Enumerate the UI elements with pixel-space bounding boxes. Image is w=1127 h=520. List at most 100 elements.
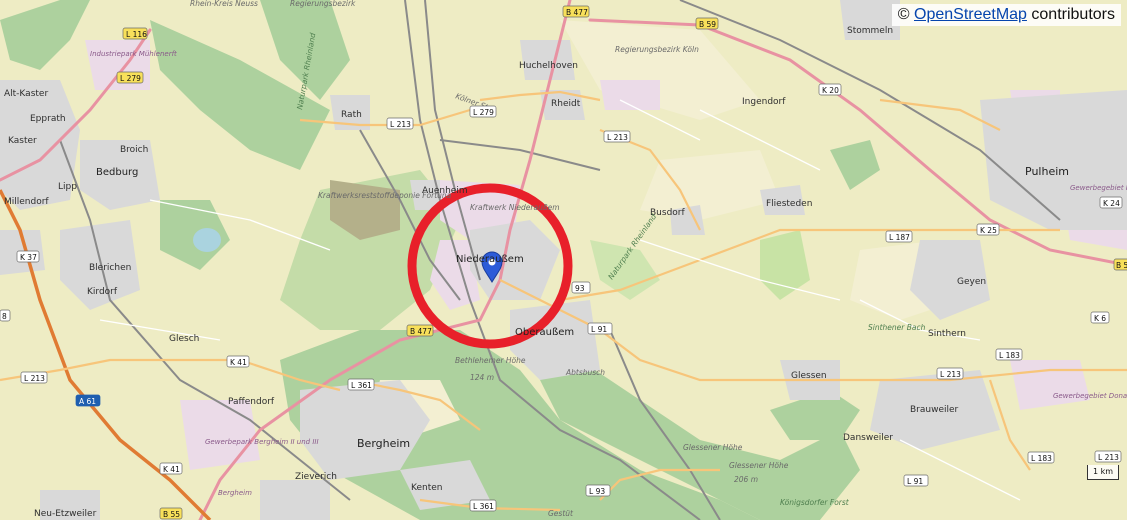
svg-text:K 25: K 25 xyxy=(980,226,997,235)
place-label-huchelhoven: Huchelhoven xyxy=(519,61,578,71)
svg-text:B 59: B 59 xyxy=(699,20,716,29)
shield-l361-mid: L 361 xyxy=(347,378,375,391)
place-label-paffendorf: Paffendorf xyxy=(228,397,275,407)
shield-l187: L 187 xyxy=(885,230,913,243)
svg-text:A 61: A 61 xyxy=(79,397,96,406)
label-gewerbegebiet-pulheim: Gewerbegebiet Pulheim-Mitte xyxy=(1070,184,1127,192)
svg-text:B 55: B 55 xyxy=(163,510,180,519)
label-kraftwerk-niederaussem: Kraftwerk Niederaußem xyxy=(470,203,560,212)
place-label-stommeln: Stommeln xyxy=(847,26,893,36)
label-koenigsdorfer: Königsdorfer Forst xyxy=(780,498,850,507)
place-label-bergheim: Bergheim xyxy=(357,437,410,450)
label-sinthener-bach: Sinthener Bach xyxy=(868,323,926,332)
shield-l8: 8 xyxy=(0,309,11,322)
shield-b59: B 59 xyxy=(695,17,719,30)
shield-l213-left: L 213 xyxy=(20,371,48,384)
map-canvas[interactable]: Niederaußem Oberaußem Auenheim Rath Huch… xyxy=(0,0,1127,520)
shield-k41-top: K 41 xyxy=(226,355,250,368)
svg-text:L 116: L 116 xyxy=(126,30,147,39)
place-label-geyen: Geyen xyxy=(957,277,986,287)
label-gewerbegebiet-donatus: Gewerbegebiet Donatusstraße xyxy=(1053,392,1127,400)
svg-text:L 93: L 93 xyxy=(589,487,605,496)
shield-l279-mid: L 279 xyxy=(469,105,497,118)
label-bergheim-station: Bergheim xyxy=(218,489,252,497)
shield-l183-right: L 183 xyxy=(995,348,1023,361)
place-label-kaster: Kaster xyxy=(8,136,37,146)
lake xyxy=(193,228,221,252)
place-label-glessen: Glessen xyxy=(791,371,827,381)
shield-l213-right: L 213 xyxy=(936,367,964,380)
label-regierungsbezirk-top: Regierungsbezirk xyxy=(290,0,356,8)
map-view[interactable]: Niederaußem Oberaußem Auenheim Rath Huch… xyxy=(0,0,1127,520)
svg-text:L 91: L 91 xyxy=(591,325,607,334)
shield-l91-center: L 91 xyxy=(587,322,613,335)
shield-k20: K 20 xyxy=(818,83,842,96)
label-bethlehemer: Bethlehemer Höhe xyxy=(455,356,526,365)
svg-text:L 91: L 91 xyxy=(907,477,923,486)
svg-text:B 477: B 477 xyxy=(566,8,588,17)
label-kraftwerk: Kraftwerksreststoffdeponie Fortuna xyxy=(318,191,452,200)
svg-text:K 6: K 6 xyxy=(1094,314,1106,323)
label-kreis-neuss: Rhein-Kreis Neuss xyxy=(190,0,258,8)
label-regierungsbezirk: Regierungsbezirk Köln xyxy=(615,45,699,54)
place-label-dansweiler: Dansweiler xyxy=(843,433,893,443)
copyright-symbol: © xyxy=(897,6,910,23)
shield-l213-far: L 213 xyxy=(1094,450,1122,463)
place-label-sinthern: Sinthern xyxy=(928,329,966,339)
place-label-niederaussem: Niederaußem xyxy=(456,254,524,265)
shield-l93-bottom: L 93 xyxy=(585,484,611,497)
svg-text:B 5: B 5 xyxy=(1116,261,1127,270)
svg-text:L 183: L 183 xyxy=(999,351,1020,360)
shield-k37: K 37 xyxy=(16,250,40,263)
shield-k41-bottom: K 41 xyxy=(159,462,183,475)
place-label-oberaussem: Oberaußem xyxy=(515,327,574,338)
place-label-kenten: Kenten xyxy=(411,483,442,493)
shield-b477-top: B 477 xyxy=(562,5,590,18)
shield-b477-mid: B 477 xyxy=(406,324,434,337)
shield-k6: K 6 xyxy=(1090,311,1110,324)
svg-text:L 213: L 213 xyxy=(24,374,45,383)
place-label-epprath: Epprath xyxy=(30,114,66,124)
svg-text:L 213: L 213 xyxy=(1098,453,1119,462)
label-glessener-hoehe-2: Glessener Höhe xyxy=(683,443,743,452)
shield-l93-center: 93 xyxy=(571,281,591,294)
svg-text:L 213: L 213 xyxy=(607,133,628,142)
svg-text:L 361: L 361 xyxy=(473,502,494,511)
shield-b5-right: B 5 xyxy=(1113,258,1127,271)
svg-text:L 187: L 187 xyxy=(889,233,910,242)
openstreetmap-link[interactable]: OpenStreetMap xyxy=(914,6,1027,23)
shield-l361-bottom: L 361 xyxy=(469,499,497,512)
label-industriepark: Industriepark Mühlenerft xyxy=(90,50,177,58)
attribution: © OpenStreetMap contributors xyxy=(891,4,1121,26)
svg-text:B 477: B 477 xyxy=(410,327,432,336)
place-label-brauweiler: Brauweiler xyxy=(910,405,959,415)
place-label-fliesteden: Fliesteden xyxy=(766,199,812,209)
place-label-ingendorf: Ingendorf xyxy=(742,97,786,107)
shield-l213-mid: L 213 xyxy=(603,130,631,143)
place-label-kirdorf: Kirdorf xyxy=(87,287,118,297)
place-label-zieverich: Zieverich xyxy=(295,472,337,482)
label-abtsbusch: Abtsbusch xyxy=(565,368,605,377)
label-gestuet: Gestüt xyxy=(548,509,574,518)
svg-text:L 213: L 213 xyxy=(390,120,411,129)
label-bethlehemer-height: 124 m xyxy=(470,373,494,382)
shield-a61: A 61 xyxy=(75,394,101,407)
place-label-neu-etzweiler: Neu-Etzweiler xyxy=(34,509,97,519)
svg-text:K 24: K 24 xyxy=(1103,199,1120,208)
place-label-broich: Broich xyxy=(120,145,148,155)
svg-text:8: 8 xyxy=(2,312,7,321)
place-label-pulheim: Pulheim xyxy=(1025,165,1069,178)
attribution-suffix: contributors xyxy=(1031,6,1115,23)
svg-text:L 213: L 213 xyxy=(940,370,961,379)
place-label-rath: Rath xyxy=(341,110,362,120)
svg-text:93: 93 xyxy=(575,284,585,293)
shield-l91-bottom: L 91 xyxy=(903,474,929,487)
shield-l279-left: L 279 xyxy=(116,71,144,84)
place-label-alt-kaster: Alt-Kaster xyxy=(4,89,48,99)
svg-text:K 41: K 41 xyxy=(230,358,247,367)
shield-k24: K 24 xyxy=(1099,196,1123,209)
svg-text:L 361: L 361 xyxy=(351,381,372,390)
label-gewerbepark-bergheim: Gewerbepark Bergheim II und III xyxy=(205,438,319,446)
svg-text:L 183: L 183 xyxy=(1031,454,1052,463)
place-label-lipp: Lipp xyxy=(58,182,77,192)
